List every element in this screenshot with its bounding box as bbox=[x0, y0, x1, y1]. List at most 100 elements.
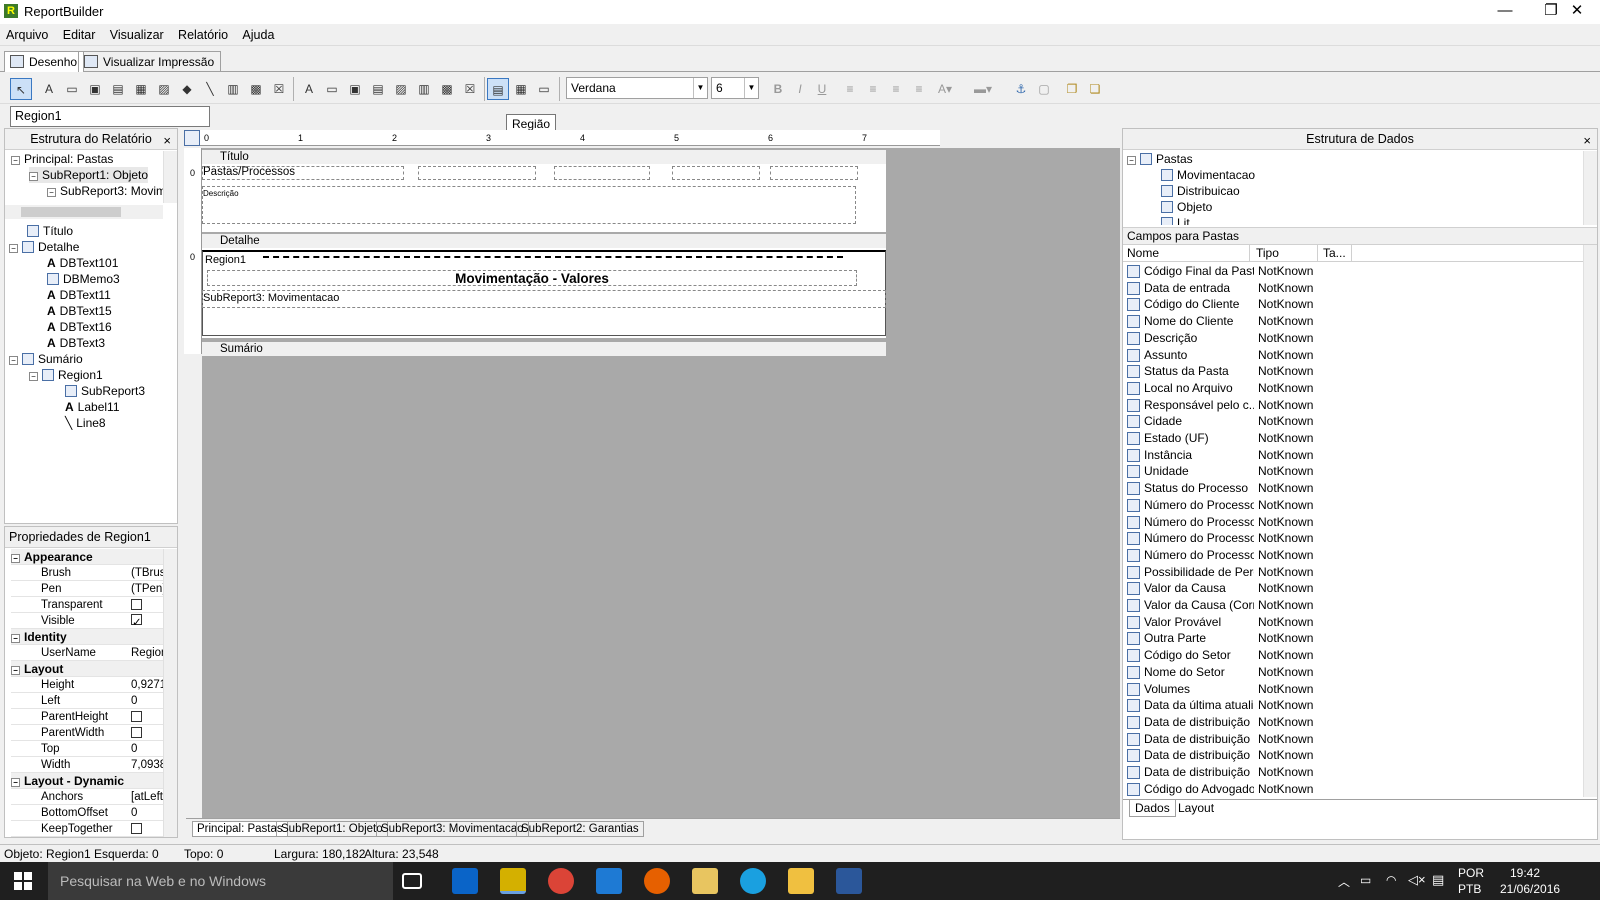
menu-ajuda[interactable]: Ajuda bbox=[236, 24, 279, 42]
dbcalc-tool-icon[interactable]: ▤ bbox=[367, 78, 389, 100]
send-to-back-icon[interactable]: ❏ bbox=[1084, 78, 1106, 100]
align-center-icon[interactable]: ≡ bbox=[862, 78, 884, 100]
field-row[interactable]: Assunto NotKnown bbox=[1123, 347, 1555, 364]
fields-vscrollbar[interactable] bbox=[1583, 245, 1597, 797]
prop-row[interactable]: KeepTogether bbox=[11, 821, 171, 837]
prop-category[interactable]: − Identity bbox=[11, 629, 171, 645]
data-tree-lit[interactable]: Lit bbox=[1161, 215, 1190, 225]
font-color-icon[interactable]: A▾ bbox=[934, 78, 956, 100]
skype-icon[interactable] bbox=[740, 868, 766, 894]
field-row[interactable]: Status da Pasta NotKnown bbox=[1123, 363, 1555, 380]
field-row[interactable]: Status do Processo NotKnown bbox=[1123, 480, 1555, 497]
field-row[interactable]: Data da última atuali... NotKnown bbox=[1123, 697, 1555, 714]
dbrichtext-tool-icon[interactable]: ▣ bbox=[344, 78, 366, 100]
tree-dbtext3[interactable]: A DBText3 bbox=[47, 335, 105, 351]
windows-start-icon[interactable] bbox=[14, 872, 32, 890]
data-tree-objeto[interactable]: Objeto bbox=[1161, 199, 1212, 215]
titulo-field[interactable] bbox=[554, 166, 650, 180]
prop-row[interactable]: Anchors [atLeft, . bbox=[11, 789, 173, 805]
menu-arquivo[interactable]: Arquivo bbox=[0, 24, 53, 42]
tab-principal-pastas[interactable]: Principal: Pastas bbox=[192, 821, 288, 837]
collapse-icon[interactable]: − bbox=[9, 356, 18, 365]
data-tree-vscrollbar[interactable] bbox=[1583, 151, 1597, 225]
line-tool-icon[interactable]: ╲ bbox=[199, 78, 221, 100]
highlight-color-icon[interactable]: ▬▾ bbox=[972, 78, 994, 100]
checkbox[interactable] bbox=[131, 727, 142, 738]
outlook-icon[interactable] bbox=[452, 868, 478, 894]
field-row[interactable]: Valor da Causa NotKnown bbox=[1123, 580, 1555, 597]
label11[interactable]: Movimentação - Valores bbox=[207, 270, 857, 286]
crosstab-tool-icon[interactable]: ☒ bbox=[268, 78, 290, 100]
taskbar-search[interactable]: Pesquisar na Web e no Windows bbox=[48, 862, 393, 900]
tab-visualizar-impressao[interactable]: Visualizar Impressão bbox=[78, 51, 222, 72]
collapse-icon[interactable]: − bbox=[29, 372, 38, 381]
tree-dbtext16[interactable]: A DBText16 bbox=[47, 319, 112, 335]
field-row[interactable]: Código do Setor NotKnown bbox=[1123, 647, 1555, 664]
notification-icon[interactable]: ▤ bbox=[1432, 872, 1444, 888]
richtext-tool-icon[interactable]: ▣ bbox=[84, 78, 106, 100]
prop-row[interactable]: Pen (TPen) bbox=[11, 581, 171, 597]
menu-relatorio[interactable]: Relatório bbox=[172, 24, 233, 42]
field-row[interactable]: Data de distribuição ... NotKnown bbox=[1123, 747, 1555, 764]
chevron-up-icon[interactable]: ︿ bbox=[1338, 873, 1350, 890]
image-tool-icon[interactable]: ▨ bbox=[153, 78, 175, 100]
collapse-icon[interactable]: − bbox=[29, 172, 38, 181]
prop-row[interactable]: Width 7,09380 bbox=[11, 757, 173, 773]
align-left-icon[interactable]: ≡ bbox=[839, 78, 861, 100]
field-row[interactable]: Número do Processo... NotKnown bbox=[1123, 497, 1555, 514]
field-row[interactable]: Nome do Setor NotKnown bbox=[1123, 664, 1555, 681]
collapse-icon[interactable]: − bbox=[11, 778, 20, 787]
tree-hscrollbar[interactable] bbox=[5, 205, 163, 219]
chrome-icon[interactable] bbox=[548, 868, 574, 894]
close-button[interactable]: ✕ bbox=[1554, 0, 1600, 24]
minimize-button[interactable]: — bbox=[1482, 0, 1528, 24]
tab-subreport1[interactable]: SubReport1: Objeto bbox=[276, 821, 388, 837]
band-sumario[interactable]: Sumário bbox=[202, 342, 886, 356]
tab-subreport3[interactable]: SubReport3: Movimentacao bbox=[376, 821, 529, 837]
titulo-field[interactable] bbox=[418, 166, 536, 180]
system-var-icon[interactable]: ▦ bbox=[130, 78, 152, 100]
tab-dados[interactable]: Dados bbox=[1129, 800, 1176, 817]
chart-tool-icon[interactable]: ▩ bbox=[245, 78, 267, 100]
line8[interactable] bbox=[263, 256, 843, 258]
tree-principal[interactable]: − Principal: Pastas bbox=[11, 151, 113, 167]
data-tree-pastas[interactable]: − Pastas bbox=[1127, 151, 1193, 167]
clock-time[interactable]: 19:42 bbox=[1510, 866, 1540, 880]
titulo-band-area[interactable]: Pastas/Processos Descrição bbox=[202, 164, 886, 232]
memo-tool-icon[interactable]: ▭ bbox=[61, 78, 83, 100]
ruler-units-icon[interactable] bbox=[184, 130, 200, 146]
collapse-icon[interactable]: − bbox=[9, 244, 18, 253]
checkbox[interactable] bbox=[131, 711, 142, 722]
field-row[interactable]: Número do Processo... NotKnown bbox=[1123, 514, 1555, 531]
collapse-icon[interactable]: − bbox=[47, 188, 56, 197]
properties-vscrollbar[interactable] bbox=[163, 549, 177, 837]
task-view-icon[interactable] bbox=[402, 873, 422, 889]
dbchart-tool-icon[interactable]: ▩ bbox=[436, 78, 458, 100]
titulo-field[interactable] bbox=[672, 166, 760, 180]
font-size-select[interactable]: 6 ▼ bbox=[711, 77, 759, 99]
shape-tool-icon[interactable]: ◆ bbox=[176, 78, 198, 100]
dbimage-tool-icon[interactable]: ▨ bbox=[390, 78, 412, 100]
dbbarcode-tool-icon[interactable]: ▥ bbox=[413, 78, 435, 100]
calc-tool-icon[interactable]: ▤ bbox=[107, 78, 129, 100]
field-row[interactable]: Instância NotKnown bbox=[1123, 447, 1555, 464]
field-row[interactable]: Local no Arquivo NotKnown bbox=[1123, 380, 1555, 397]
titulo-text[interactable]: Pastas/Processos bbox=[202, 166, 404, 180]
dbtext-tool-icon[interactable]: A bbox=[298, 78, 320, 100]
bold-button[interactable]: B bbox=[767, 78, 789, 100]
tree-band-titulo[interactable]: Título bbox=[27, 223, 73, 239]
close-icon[interactable]: × bbox=[1583, 131, 1591, 151]
select-tool-icon[interactable]: ↖ bbox=[10, 78, 32, 100]
prop-row[interactable]: ParentWidth bbox=[11, 725, 171, 741]
align-justify-icon[interactable]: ≡ bbox=[908, 78, 930, 100]
tab-layout[interactable]: Layout bbox=[1173, 800, 1219, 816]
align-right-icon[interactable]: ≡ bbox=[885, 78, 907, 100]
prop-row[interactable]: Visible ✓ bbox=[11, 613, 171, 629]
field-row[interactable]: Possibilidade de Perda NotKnown bbox=[1123, 564, 1555, 581]
folder-icon[interactable] bbox=[692, 868, 718, 894]
prop-row[interactable]: ParentHeight bbox=[11, 709, 171, 725]
label-tool-icon[interactable]: A bbox=[38, 78, 60, 100]
border-icon[interactable]: ▢ bbox=[1033, 78, 1055, 100]
file-explorer-icon[interactable] bbox=[788, 868, 814, 894]
field-row[interactable]: Código do Cliente NotKnown bbox=[1123, 296, 1555, 313]
